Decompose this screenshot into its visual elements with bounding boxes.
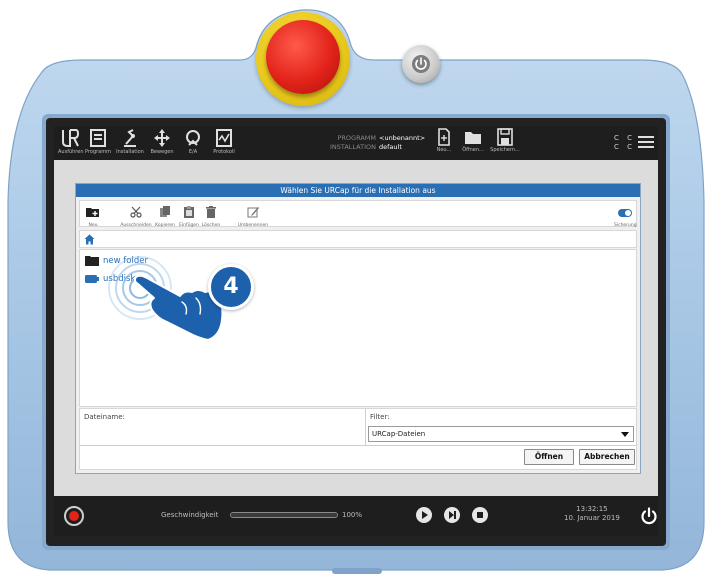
teach-pendant: Ausführen Programm Installation Bewegen … [2, 2, 709, 576]
step-badge: 4 [208, 264, 254, 310]
pointing-hand-icon [133, 274, 224, 341]
